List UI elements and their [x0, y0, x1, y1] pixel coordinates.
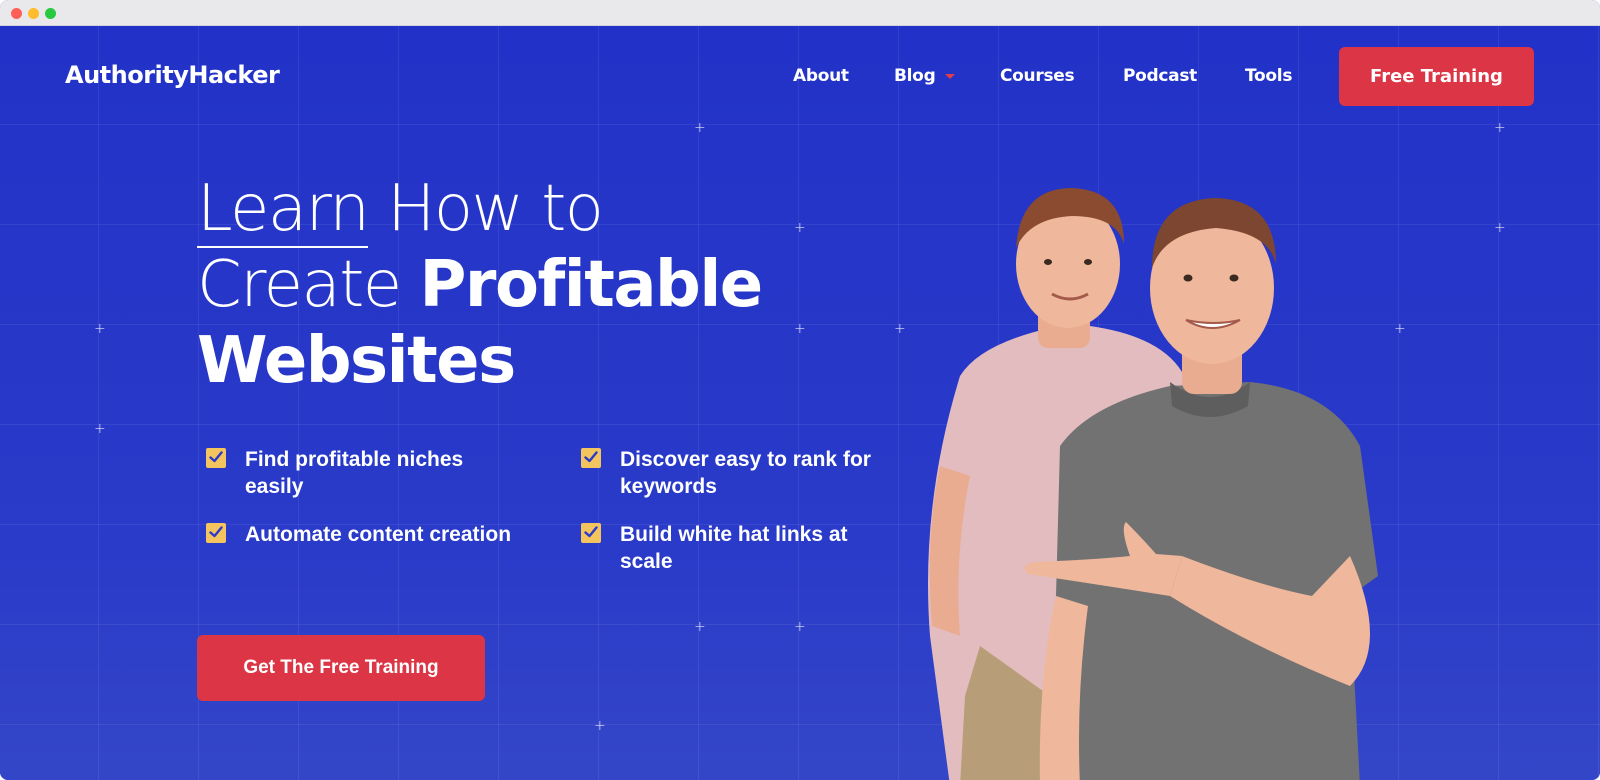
window-titlebar: [0, 0, 1600, 26]
plus-decoration: +: [694, 120, 706, 136]
browser-window: + + + + + + + + + + + + AuthorityHacker …: [0, 0, 1600, 780]
feature-text: Automate content creation: [245, 523, 512, 546]
checkbox-checked-icon: [206, 448, 226, 468]
headline-word-learn: Learn: [197, 172, 370, 248]
caret-down-icon: [945, 73, 956, 79]
nav-tools[interactable]: Tools: [1245, 66, 1292, 86]
headline-word-create: Create: [197, 248, 420, 322]
hosts-photo: [928, 188, 1378, 780]
feature-text: Find profitable niches easily: [245, 448, 464, 498]
hero-section: + + + + + + + + + + + + AuthorityHacker …: [0, 26, 1600, 780]
plus-decoration: +: [94, 321, 106, 337]
maximize-window-button[interactable]: [45, 8, 56, 19]
nav-blog[interactable]: Blog: [894, 66, 956, 86]
minimize-window-button[interactable]: [28, 8, 39, 19]
plus-decoration: +: [794, 619, 806, 635]
headline-word-how-to: How to: [368, 172, 604, 246]
nav-podcast[interactable]: Podcast: [1123, 66, 1197, 86]
checkbox-checked-icon: [581, 523, 601, 543]
plus-decoration: +: [1494, 220, 1506, 236]
headline-word-profitable: Profitable: [419, 248, 764, 322]
site-logo[interactable]: AuthorityHacker: [65, 61, 280, 89]
nav-about[interactable]: About: [793, 66, 849, 86]
feature-text: Discover easy to rank for keywords: [620, 448, 871, 498]
nav-blog-label: Blog: [894, 66, 936, 86]
headline-word-websites: Websites: [197, 324, 516, 398]
checkbox-checked-icon: [206, 523, 226, 543]
plus-decoration: +: [1494, 120, 1506, 136]
plus-decoration: +: [894, 321, 906, 337]
plus-decoration: +: [694, 619, 706, 635]
checkbox-checked-icon: [581, 448, 601, 468]
plus-decoration: +: [94, 421, 106, 437]
feature-text: Build white hat links at scale: [620, 523, 848, 573]
free-training-button[interactable]: Free Training: [1339, 47, 1534, 106]
hero-headline: Learn How to Create Profitable Websites: [197, 171, 837, 399]
get-free-training-button[interactable]: Get The Free Training: [197, 635, 485, 701]
nav-courses[interactable]: Courses: [1000, 66, 1075, 86]
plus-decoration: +: [594, 718, 606, 734]
close-window-button[interactable]: [11, 8, 22, 19]
